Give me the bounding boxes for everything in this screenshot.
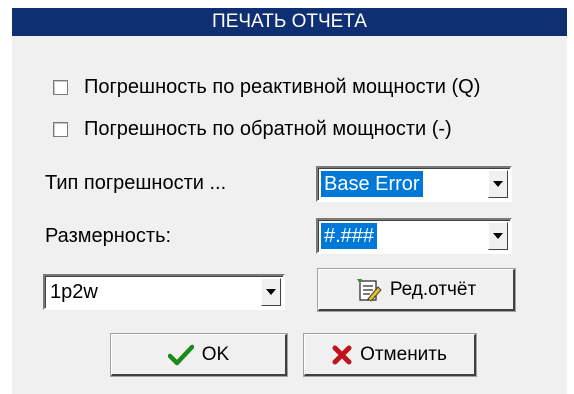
chevron-down-icon [266, 289, 276, 295]
report-edit-icon [356, 278, 382, 302]
dimension-select[interactable]: #.### [316, 218, 512, 254]
reverse-power-label: Погрешность по обратной мощности (-) [84, 118, 452, 140]
dimension-dropdown-button[interactable] [488, 222, 508, 250]
cancel-label: Отменить [360, 343, 447, 365]
ok-label: OK [201, 343, 230, 365]
reverse-power-checkbox[interactable] [53, 122, 68, 137]
edit-report-label: Ред.отчёт [389, 278, 477, 300]
checkmark-icon [167, 344, 194, 366]
wiring-select[interactable]: 1p2w [43, 274, 285, 310]
reactive-power-checkbox[interactable] [53, 80, 68, 95]
wiring-value: 1p2w [50, 281, 98, 303]
dialog-title: ПЕЧАТЬ ОТЧЕТА [12, 8, 567, 36]
cross-icon [332, 345, 352, 365]
dimension-label: Размерность: [45, 225, 172, 247]
error-type-label: Тип погрешности ... [45, 172, 227, 194]
chevron-down-icon [493, 233, 503, 239]
cancel-button[interactable]: Отменить [304, 334, 476, 376]
ok-button[interactable]: OK [111, 334, 287, 376]
error-type-value: Base Error [321, 171, 423, 197]
error-type-dropdown-button[interactable] [488, 170, 508, 198]
error-type-select[interactable]: Base Error [316, 166, 512, 202]
edit-report-button[interactable]: Ред.отчёт [318, 269, 515, 311]
reactive-power-label: Погрешность по реактивной мощности (Q) [84, 76, 481, 98]
chevron-down-icon [493, 181, 503, 187]
checkbox-row-reactive[interactable]: Погрешность по реактивной мощности (Q) [53, 76, 480, 99]
dimension-value: #.### [321, 223, 378, 249]
wiring-dropdown-button[interactable] [261, 278, 281, 306]
checkbox-row-reverse[interactable]: Погрешность по обратной мощности (-) [53, 118, 452, 141]
